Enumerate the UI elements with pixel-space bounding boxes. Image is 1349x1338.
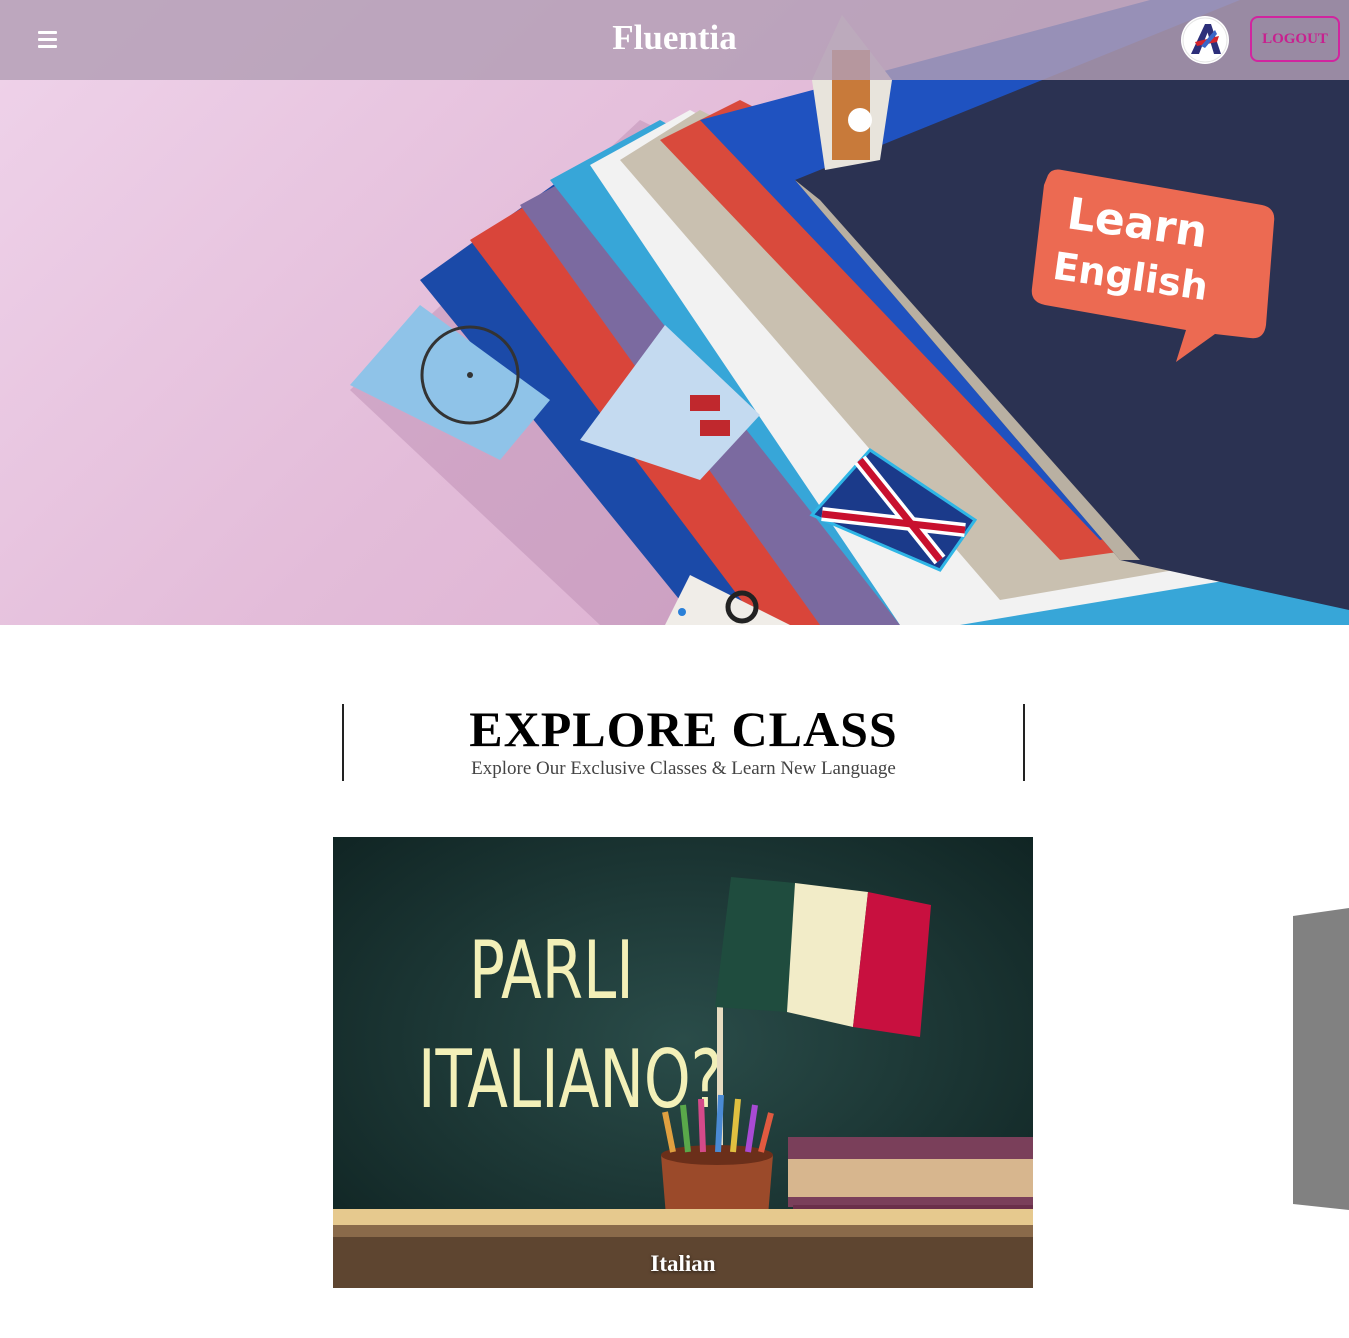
next-class-card-peek[interactable] [1293,908,1349,1210]
explore-class-header: EXPLORE CLASS Explore Our Exclusive Clas… [342,704,1025,781]
top-navbar: Fluentia LOGOUT [0,0,1349,80]
svg-text:ITALIANO?: ITALIANO? [418,1032,722,1126]
logout-button[interactable]: LOGOUT [1250,16,1340,62]
class-card-title: Italian [650,1251,716,1276]
class-card-italian[interactable]: PARLI ITALIANO? Italian [333,837,1033,1288]
hero-image: Learn English [350,0,1349,625]
section-title: EXPLORE CLASS [469,701,898,757]
section-subtitle: Explore Our Exclusive Classes & Learn Ne… [471,758,896,779]
user-avatar-icon[interactable] [1181,16,1229,64]
brand-logo-text[interactable]: Fluentia [612,18,736,57]
italian-class-image: PARLI ITALIANO? [333,837,1033,1288]
svg-text:PARLI: PARLI [469,923,634,1017]
carousel-indicators [678,608,686,616]
hero-banner: Learn English Fluentia LOGOUT [0,0,1349,625]
carousel-dot-active[interactable] [678,608,686,616]
hamburger-menu-icon[interactable] [38,31,57,49]
